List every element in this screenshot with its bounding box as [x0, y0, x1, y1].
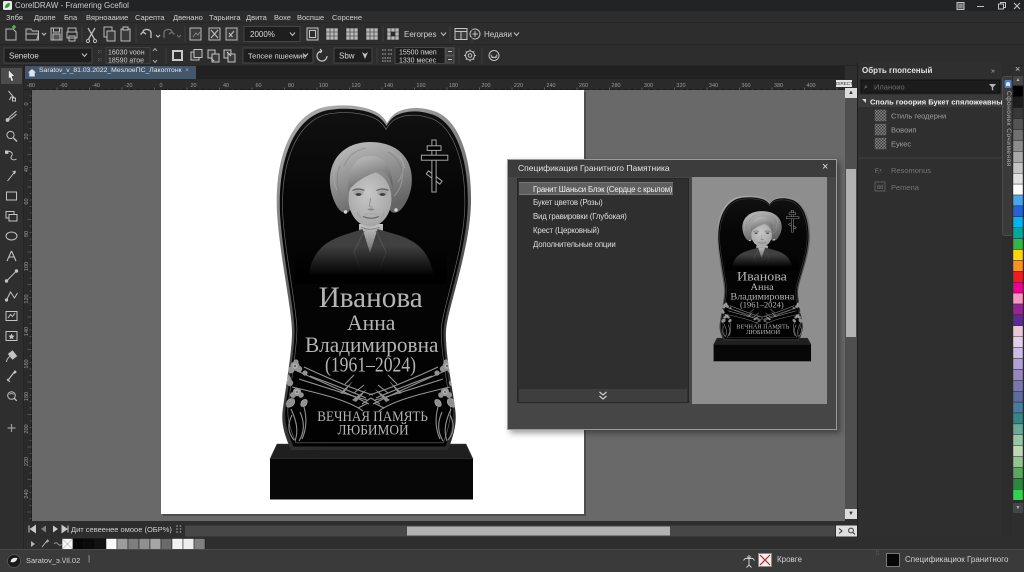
svg-text:340: 340 — [709, 83, 718, 89]
svg-text:160: 160 — [416, 83, 425, 89]
svg-text:140: 140 — [384, 83, 393, 89]
svg-text:200: 200 — [24, 424, 30, 433]
svg-text:Pemena: Pemena — [891, 183, 920, 192]
svg-text:Еукес: Еукес — [891, 140, 911, 149]
svg-text:Дит севеенее омооe (ОБР%): Дит севеенее омооe (ОБР%) — [71, 525, 172, 534]
svg-text:»: » — [991, 68, 995, 75]
svg-text:380: 380 — [774, 83, 783, 89]
svg-text:20: 20 — [24, 133, 30, 139]
svg-text:(1961–2024): (1961–2024) — [325, 353, 416, 377]
svg-text:140: 140 — [24, 327, 30, 336]
svg-text:180: 180 — [24, 392, 30, 401]
svg-text:Споль гооория Букет спяложеавн: Споль гооория Букет спяложеавный — [870, 98, 1003, 107]
svg-text:100: 100 — [319, 83, 328, 89]
svg-text:⁙: ⁙ — [97, 57, 102, 64]
svg-text:0: 0 — [24, 102, 30, 105]
svg-text:0: 0 — [159, 83, 162, 89]
svg-text:16030 vоон: 16030 vоон — [108, 50, 145, 57]
svg-text:120: 120 — [24, 294, 30, 303]
svg-text:220: 220 — [514, 83, 523, 89]
svg-text:Eerorpes: Eerorpes — [404, 30, 436, 39]
svg-text:Иланоио: Иланоио — [874, 83, 905, 92]
svg-text:60: 60 — [255, 83, 261, 89]
svg-text:120: 120 — [351, 83, 360, 89]
svg-text:⌕: ⌕ — [864, 84, 868, 91]
svg-text:2000%: 2000% — [250, 30, 275, 39]
svg-text:Обрть гпопсеный: Обрть гпопсеный — [862, 66, 932, 75]
svg-text:400: 400 — [806, 83, 815, 89]
svg-text:20: 20 — [190, 83, 196, 89]
svg-text:Sbw: Sbw — [339, 52, 355, 61]
svg-text:200: 200 — [481, 83, 490, 89]
svg-text:Вовоип: Вовоип — [891, 126, 917, 135]
svg-text:-60: -60 — [60, 83, 68, 89]
svg-text:F,ˣ: F,ˣ — [875, 169, 882, 175]
svg-text:1330 месес: 1330 месес — [399, 58, 437, 65]
svg-text:-20: -20 — [125, 83, 133, 89]
svg-text:80: 80 — [288, 83, 294, 89]
svg-text:220: 220 — [24, 457, 30, 466]
svg-text:40: 40 — [24, 166, 30, 172]
svg-text:360: 360 — [741, 83, 750, 89]
svg-text:Недаяи: Недаяи — [484, 30, 512, 39]
svg-text:80: 80 — [24, 231, 30, 237]
svg-text:Тепсее пшеемие: Тепсее пшеемие — [248, 52, 307, 61]
svg-text:Resomonus: Resomonus — [891, 166, 931, 175]
svg-text:260: 260 — [579, 83, 588, 89]
svg-text:-40: -40 — [92, 83, 100, 89]
svg-text:Стиль геодерни: Стиль геодерни — [891, 112, 946, 121]
svg-text:160: 160 — [24, 359, 30, 368]
svg-text:300: 300 — [644, 83, 653, 89]
svg-text:180: 180 — [449, 83, 458, 89]
svg-text:ЛЮБИМОЙ: ЛЮБИМОЙ — [338, 422, 410, 439]
svg-text:бб: бб — [877, 185, 883, 191]
svg-text:240: 240 — [546, 83, 555, 89]
svg-text:320: 320 — [676, 83, 685, 89]
svg-text:15500 пмеп: 15500 пмеп — [399, 50, 437, 57]
svg-text:40: 40 — [223, 83, 229, 89]
svg-text:280: 280 — [611, 83, 620, 89]
svg-text:60: 60 — [24, 198, 30, 204]
svg-text:-80: -80 — [27, 83, 35, 89]
svg-text:240: 240 — [24, 489, 30, 498]
svg-text:100: 100 — [24, 262, 30, 271]
svg-text:⁙: ⁙ — [97, 49, 102, 56]
svg-text:Senetoe: Senetoe — [9, 52, 39, 61]
